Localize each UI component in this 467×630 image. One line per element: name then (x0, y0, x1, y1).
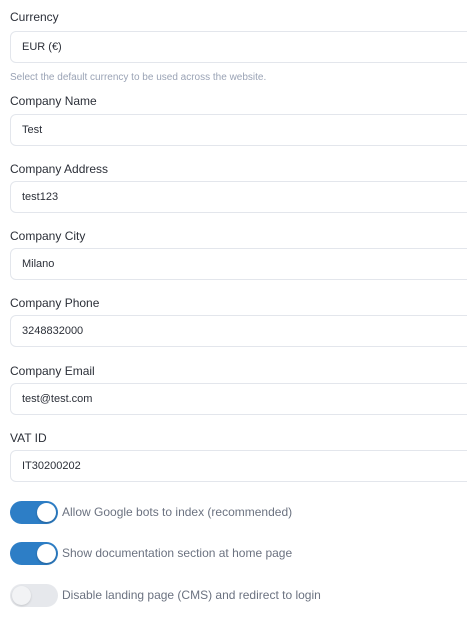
vat-id-input[interactable]: IT30200202 (10, 450, 467, 482)
company-email-label: Company Email (10, 364, 95, 378)
company-phone-label: Company Phone (10, 296, 100, 310)
company-address-input[interactable]: test123 (10, 181, 467, 213)
vat-id-label: VAT ID (10, 431, 47, 445)
currency-select[interactable]: EUR (€) (10, 31, 467, 63)
company-phone-input[interactable]: 3248832000 (10, 315, 467, 347)
company-phone-value: 3248832000 (22, 325, 84, 337)
google-index-label: Allow Google bots to index (recommended) (62, 505, 293, 519)
toggle-knob (37, 503, 56, 522)
google-index-toggle[interactable] (10, 501, 58, 524)
company-name-input[interactable]: Test (10, 114, 467, 146)
company-email-input[interactable]: test@test.com (10, 383, 467, 415)
show-docs-label: Show documentation section at home page (62, 546, 293, 560)
show-docs-row: Show documentation section at home page (10, 542, 450, 566)
company-name-label: Company Name (10, 94, 97, 108)
vat-id-value: IT30200202 (22, 460, 81, 472)
company-city-label: Company City (10, 229, 86, 243)
toggle-knob (37, 544, 56, 563)
currency-help-text: Select the default currency to be used a… (10, 72, 267, 83)
disable-landing-label: Disable landing page (CMS) and redirect … (62, 588, 321, 602)
company-name-value: Test (22, 124, 43, 136)
google-index-row: Allow Google bots to index (recommended) (10, 501, 450, 525)
settings-form: Currency EUR (€) Select the default curr… (0, 0, 467, 630)
currency-label: Currency (10, 10, 59, 24)
company-city-input[interactable]: Milano (10, 248, 467, 280)
disable-landing-toggle[interactable] (10, 584, 58, 607)
disable-landing-row: Disable landing page (CMS) and redirect … (10, 584, 450, 608)
company-email-value: test@test.com (22, 393, 93, 405)
show-docs-toggle[interactable] (10, 542, 58, 565)
currency-value: EUR (€) (22, 41, 62, 53)
company-address-label: Company Address (10, 162, 109, 176)
toggle-knob (12, 586, 31, 605)
company-address-value: test123 (22, 191, 59, 203)
company-city-value: Milano (22, 258, 55, 270)
